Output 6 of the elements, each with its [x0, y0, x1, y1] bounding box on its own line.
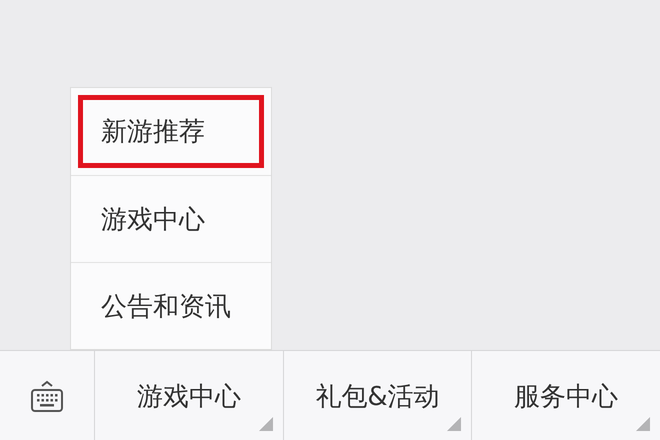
menu-item[interactable]: 新游推荐	[71, 88, 271, 175]
menu-button[interactable]: 服务中心	[472, 351, 660, 440]
menu-button[interactable]: 礼包&活动	[284, 351, 472, 440]
menu-button[interactable]: 游戏中心	[95, 351, 284, 440]
menu-item[interactable]: 公告和资讯	[71, 262, 271, 349]
menu-item[interactable]: 游戏中心	[71, 175, 271, 262]
